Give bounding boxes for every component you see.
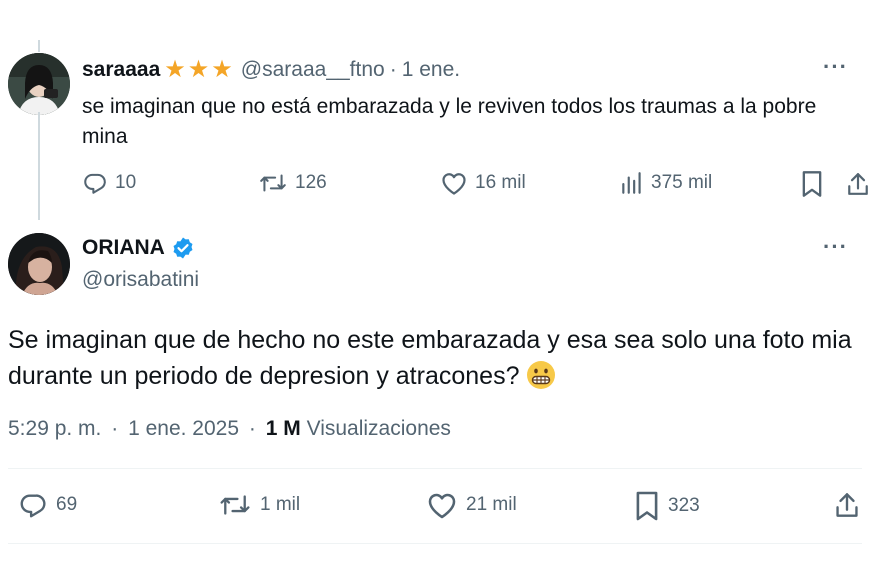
reply-author-name[interactable]: saraaaa xyxy=(82,58,160,82)
reply-action-bar: 10 126 16 mil 375 mil xyxy=(82,170,870,200)
tweet-text: Se imaginan que de hecho no este embaraz… xyxy=(8,326,852,390)
tweet-time[interactable]: 5:29 p. m. xyxy=(8,417,101,440)
heart-icon xyxy=(440,170,468,196)
thread-line-top xyxy=(38,40,40,52)
like-count: 16 mil xyxy=(475,172,526,193)
views-icon xyxy=(620,170,644,196)
share-icon xyxy=(834,490,860,520)
tweet-author-handle[interactable]: @orisabatini xyxy=(82,268,199,292)
views-count: 375 mil xyxy=(651,172,713,193)
thread-line xyxy=(38,112,40,220)
bookmark-button[interactable] xyxy=(800,170,824,198)
verified-badge-icon xyxy=(171,236,195,260)
tweet-metadata: 5:29 p. m. · 1 ene. 2025 · 1 M Visualiza… xyxy=(8,417,451,441)
reply-text: se imaginan que no está embarazada y le … xyxy=(82,95,817,148)
like-button[interactable]: 21 mil xyxy=(426,490,517,520)
views-label[interactable]: Visualizaciones xyxy=(307,417,451,440)
share-icon xyxy=(846,170,870,198)
reply-button[interactable]: 10 xyxy=(82,170,136,196)
bookmark-icon xyxy=(634,490,660,522)
more-options-button[interactable]: ··· xyxy=(823,54,848,80)
separator-dot: · xyxy=(248,417,256,440)
divider xyxy=(8,468,862,469)
heart-icon xyxy=(426,490,458,520)
bookmark-count: 323 xyxy=(668,495,700,516)
share-button[interactable] xyxy=(834,490,860,520)
divider xyxy=(8,543,862,544)
reply-count: 10 xyxy=(115,172,137,193)
more-options-button[interactable]: ··· xyxy=(823,234,848,260)
grimacing-face-emoji xyxy=(526,360,556,400)
share-button[interactable] xyxy=(846,170,870,198)
star-icon: ★ xyxy=(211,56,233,83)
bookmark-icon xyxy=(800,170,824,198)
reply-icon xyxy=(82,170,108,196)
separator-dot: · xyxy=(389,58,397,81)
reply-button[interactable]: 69 xyxy=(18,490,77,520)
avatar[interactable] xyxy=(8,233,70,295)
tweet-action-bar: 69 1 mil 21 mil 323 xyxy=(8,490,868,526)
separator-dot: · xyxy=(111,417,119,440)
star-emoji-group: ★ ★ ★ xyxy=(164,58,235,82)
repost-button[interactable]: 126 xyxy=(258,170,327,196)
bookmark-button[interactable]: 323 xyxy=(634,490,700,522)
repost-count: 126 xyxy=(295,172,327,193)
star-icon: ★ xyxy=(187,56,210,83)
repost-icon xyxy=(218,490,252,520)
reply-author-handle[interactable]: @saraaa__ftno xyxy=(241,58,385,82)
reply-count: 69 xyxy=(56,494,78,515)
repost-button[interactable]: 1 mil xyxy=(218,490,300,520)
tweet-author-name[interactable]: ORIANA xyxy=(82,236,165,260)
repost-count: 1 mil xyxy=(260,494,301,515)
like-button[interactable]: 16 mil xyxy=(440,170,526,196)
reply-icon xyxy=(18,490,48,520)
views-button[interactable]: 375 mil xyxy=(620,170,712,196)
tweet-date[interactable]: 1 ene. 2025 xyxy=(128,417,239,440)
reply-date[interactable]: 1 ene. xyxy=(402,58,460,82)
repost-icon xyxy=(258,170,288,196)
like-count: 21 mil xyxy=(466,494,517,515)
tweet-text-container: Se imaginan que de hecho no este embaraz… xyxy=(8,322,858,400)
views-count: 1 M xyxy=(265,417,301,440)
star-icon: ★ xyxy=(164,56,186,83)
avatar[interactable] xyxy=(8,53,70,115)
